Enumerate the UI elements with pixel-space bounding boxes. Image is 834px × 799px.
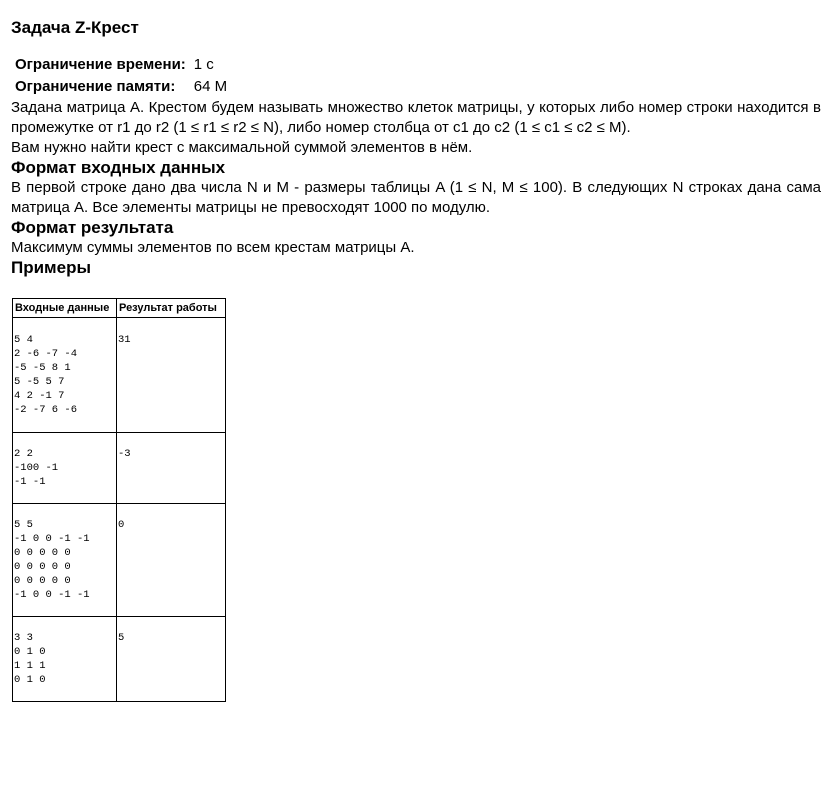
example-input-cell: 2 2 -100 -1 -1 -1 [12, 432, 117, 504]
time-limit-value: 1 с [193, 56, 214, 73]
memory-limit-label: Ограничение памяти: [15, 78, 176, 95]
example-row: 2 2 -100 -1 -1 -1 -3 [12, 432, 226, 504]
example-input: 5 4 2 -6 -7 -4 -5 -5 8 1 5 -5 5 7 4 2 -1… [14, 334, 78, 416]
example-output: 31 [118, 334, 131, 346]
output-format-text: Максимум суммы элементов по всем крестам… [11, 239, 415, 256]
time-limit-row: Ограничение времени: 1 с [13, 54, 229, 76]
example-input-cell: 5 4 2 -6 -7 -4 -5 -5 8 1 5 -5 5 7 4 2 -1… [12, 317, 117, 433]
example-output-cell: 31 [116, 317, 226, 433]
example-input: 2 2 -100 -1 -1 -1 [14, 448, 59, 488]
example-input-cell: 5 5 -1 0 0 -1 -1 0 0 0 0 0 0 0 0 0 0 0 0… [12, 503, 117, 617]
example-row: 5 5 -1 0 0 -1 -1 0 0 0 0 0 0 0 0 0 0 0 0… [12, 503, 226, 617]
example-output: -3 [118, 448, 131, 460]
examples-table: Входные данные Результат работы 5 4 2 -6… [12, 298, 226, 702]
input-format-heading: Формат входных данных [11, 158, 226, 177]
memory-limit-value: 64 M [193, 78, 228, 95]
output-column-header: Результат работы [116, 298, 226, 318]
memory-limit-row: Ограничение памяти: 64 M [13, 76, 229, 98]
example-input: 5 5 -1 0 0 -1 -1 0 0 0 0 0 0 0 0 0 0 0 0… [14, 519, 90, 601]
time-limit-label: Ограничение времени: [15, 56, 186, 73]
problem-title: Задача Z-Крест [11, 18, 139, 37]
input-format-text: В первой строке дано два числа N и M - р… [11, 179, 821, 216]
example-row: 3 3 0 1 0 1 1 1 0 1 0 5 [12, 616, 226, 702]
example-output-cell: -3 [116, 432, 226, 504]
legend-description: Задана матрица A. Крестом будем называть… [11, 99, 821, 136]
example-row: 5 4 2 -6 -7 -4 -5 -5 8 1 5 -5 5 7 4 2 -1… [12, 317, 226, 433]
examples-header-row: Входные данные Результат работы [12, 298, 226, 318]
example-input-cell: 3 3 0 1 0 1 1 1 0 1 0 [12, 616, 117, 702]
example-input: 3 3 0 1 0 1 1 1 0 1 0 [14, 632, 46, 686]
legend-task: Вам нужно найти крест с максимальной сум… [11, 139, 473, 156]
example-output-cell: 5 [116, 616, 226, 702]
output-format-heading: Формат результата [11, 218, 174, 237]
input-column-header: Входные данные [12, 298, 117, 318]
limits-table: Ограничение времени: 1 с Ограничение пам… [13, 54, 229, 98]
example-output-cell: 0 [116, 503, 226, 617]
example-output: 0 [118, 519, 125, 531]
problem-statement: Задача Z-Крест Ограничение времени: 1 с … [0, 0, 834, 702]
examples-heading: Примеры [11, 258, 91, 277]
example-output: 5 [118, 632, 125, 644]
